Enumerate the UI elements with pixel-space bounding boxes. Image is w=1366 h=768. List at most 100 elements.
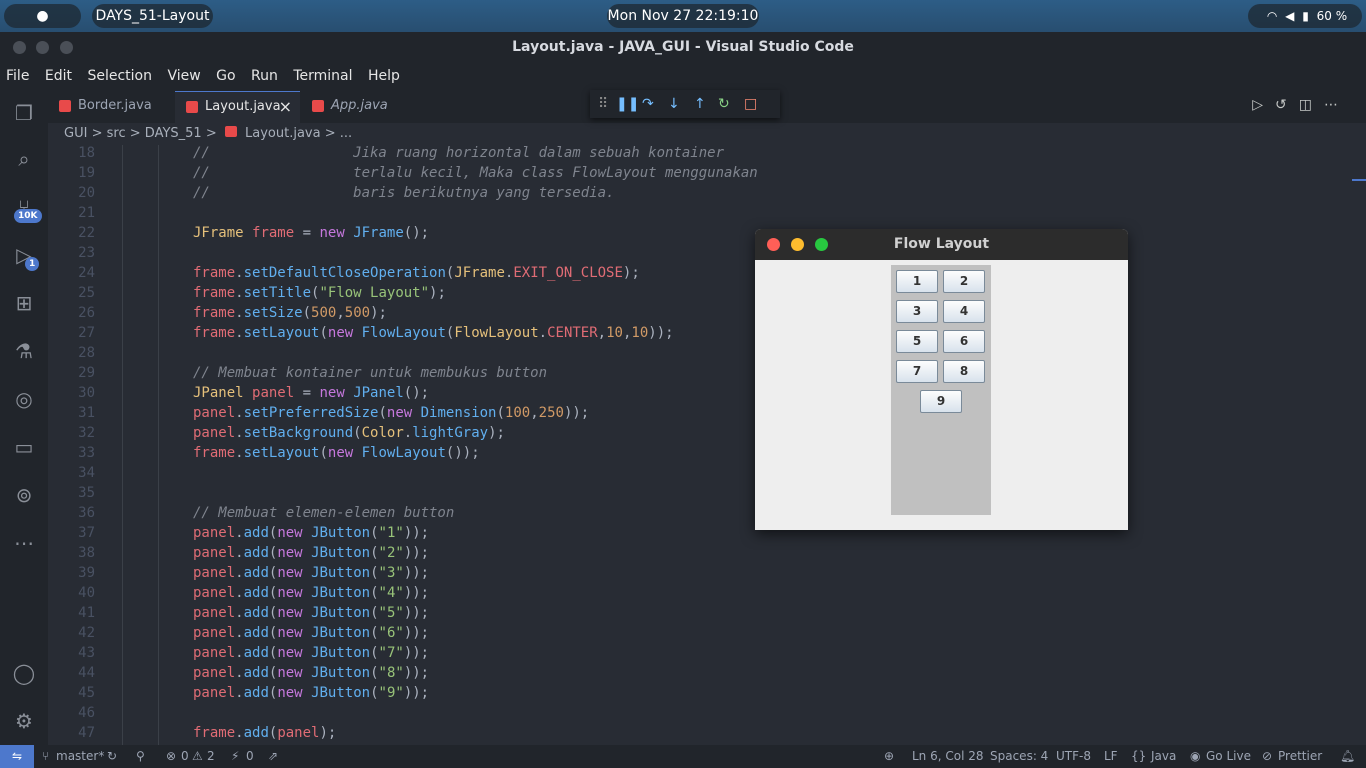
stop-icon[interactable]: □ [744, 90, 757, 118]
indentation[interactable]: Spaces: 4 [990, 745, 1048, 768]
clock[interactable]: Mon Nov 27 22:19:10 [607, 4, 759, 28]
folder-icon[interactable]: ▭ [12, 435, 36, 459]
line-number: 44 [78, 665, 95, 681]
live-share-icon[interactable]: ⇗ [268, 745, 278, 768]
code-line: // terlalu kecil, Maka class FlowLayout … [193, 165, 758, 181]
code-line: JPanel panel = new JPanel(); [193, 385, 430, 401]
remote-explorer-icon[interactable]: ◎ [12, 387, 36, 411]
battery-icon: ▮ [1302, 9, 1309, 23]
line-number: 39 [78, 565, 95, 581]
step-out-icon[interactable]: ↑ [694, 90, 706, 118]
location-icon: ⊕ [884, 749, 895, 763]
code-editor[interactable]: 18 // Jika ruang horizontal dalam sebuah… [48, 145, 1366, 745]
line-number: 22 [78, 225, 95, 241]
line-number: 46 [78, 705, 95, 721]
code-line: frame.setDefaultCloseOperation(JFrame.EX… [193, 265, 640, 281]
jbutton-6[interactable]: 6 [943, 330, 985, 353]
maximize-window-button[interactable] [60, 41, 73, 54]
git-branch[interactable]: master* [56, 745, 104, 768]
breadcrumb-item[interactable]: GUI [64, 126, 87, 141]
close-window-button[interactable] [13, 41, 26, 54]
go-live-button[interactable]: Go Live [1206, 745, 1251, 768]
java-file-icon [312, 100, 324, 112]
jbutton-2[interactable]: 2 [943, 270, 985, 293]
system-tray[interactable]: ◠ ◀ ▮ 60 % [1248, 4, 1362, 28]
menu-run[interactable]: Run [251, 68, 278, 84]
debug-icon[interactable]: ⚲ [136, 745, 145, 768]
line-number: 36 [78, 505, 95, 521]
accounts-icon[interactable]: ◯ [12, 661, 36, 685]
jbutton-5[interactable]: 5 [896, 330, 938, 353]
menu-selection[interactable]: Selection [87, 68, 152, 84]
line-number: 24 [78, 265, 95, 281]
code-line: JFrame frame = new JFrame(); [193, 225, 430, 241]
breadcrumb-item[interactable]: DAYS_51 [145, 126, 202, 141]
explorer-icon[interactable]: ❐ [12, 101, 36, 125]
menu-view[interactable]: View [167, 68, 200, 84]
git-graph-icon[interactable]: ⊚ [12, 483, 36, 507]
history-icon[interactable]: ↺ [1275, 97, 1299, 113]
drag-handle-icon[interactable]: ⠿ [598, 90, 608, 118]
jbutton-4[interactable]: 4 [943, 300, 985, 323]
more-actions-icon[interactable]: ⋯ [1324, 97, 1350, 113]
more-icon[interactable]: ⋯ [12, 531, 36, 555]
breadcrumb-separator: > [324, 126, 336, 141]
jbutton-9[interactable]: 9 [920, 390, 962, 413]
step-over-icon[interactable]: ↷ [642, 90, 654, 118]
debug-toolbar: ⠿ ❚❚ ↷ ↓ ↑ ↻ □ [590, 90, 780, 118]
line-number: 34 [78, 465, 95, 481]
jbutton-1[interactable]: 1 [896, 270, 938, 293]
language-mode[interactable]: Java [1151, 745, 1176, 768]
split-editor-icon[interactable]: ◫ [1299, 97, 1324, 113]
run-icon[interactable]: ▷ [1252, 97, 1275, 113]
gear-icon[interactable]: ⚙ [12, 709, 36, 733]
minimize-window-button[interactable] [36, 41, 49, 54]
restart-icon[interactable]: ↻ [718, 90, 730, 118]
close-tab-icon[interactable]: × [279, 92, 292, 122]
window-title: Layout.java - JAVA_GUI - Visual Studio C… [512, 39, 854, 55]
line-number: 35 [78, 485, 95, 501]
cursor-position[interactable]: Ln 6, Col 28 [912, 745, 984, 768]
encoding[interactable]: UTF-8 [1056, 745, 1091, 768]
swing-close-button[interactable] [767, 238, 780, 251]
swing-maximize-button[interactable] [815, 238, 828, 251]
menu-file[interactable]: File [6, 68, 29, 84]
app-name-pill[interactable]: DAYS_51-Layout [92, 4, 213, 28]
pause-icon[interactable]: ❚❚ [616, 90, 639, 118]
error-count[interactable]: 0 [181, 745, 189, 768]
breadcrumb-item[interactable]: src [107, 126, 126, 141]
jbutton-3[interactable]: 3 [896, 300, 938, 323]
remote-indicator-icon[interactable]: ⇋ [0, 745, 34, 768]
code-line: frame.setLayout(new FlowLayout()); [193, 445, 480, 461]
menu-go[interactable]: Go [216, 68, 235, 84]
jbutton-8[interactable]: 8 [943, 360, 985, 383]
menu-edit[interactable]: Edit [45, 68, 72, 84]
breadcrumb-item[interactable]: ... [340, 126, 352, 141]
scrollbar-marker[interactable] [1352, 179, 1366, 181]
line-number: 25 [78, 285, 95, 301]
tab-border-java[interactable]: Border.java [48, 91, 175, 123]
step-into-icon[interactable]: ↓ [668, 90, 680, 118]
menu-terminal[interactable]: Terminal [293, 68, 352, 84]
swing-minimize-button[interactable] [791, 238, 804, 251]
menu-help[interactable]: Help [368, 68, 400, 84]
code-line: panel.add(new JButton("7")); [193, 645, 430, 661]
sync-icon[interactable]: ↻ [107, 745, 117, 768]
testing-icon[interactable]: ⚗ [12, 339, 36, 363]
line-number: 18 [78, 145, 95, 161]
warning-count[interactable]: 2 [207, 745, 215, 768]
line-number: 26 [78, 305, 95, 321]
end-of-line[interactable]: LF [1104, 745, 1118, 768]
jbutton-7[interactable]: 7 [896, 360, 938, 383]
breadcrumb-item[interactable]: Layout.java [245, 126, 321, 141]
tab-app-java[interactable]: App.java [301, 91, 421, 123]
line-number: 40 [78, 585, 95, 601]
apple-menu-button[interactable]: ● [4, 4, 81, 28]
line-number: 37 [78, 525, 95, 541]
tab-layout-java[interactable]: Layout.java × [175, 91, 300, 123]
prettier-button[interactable]: Prettier [1278, 745, 1322, 768]
notifications-icon[interactable]: 🔔︎ [1340, 745, 1355, 768]
search-icon[interactable]: ⌕ [12, 147, 36, 171]
extensions-icon[interactable]: ⊞ [12, 291, 36, 315]
ports-count[interactable]: 0 [246, 745, 254, 768]
